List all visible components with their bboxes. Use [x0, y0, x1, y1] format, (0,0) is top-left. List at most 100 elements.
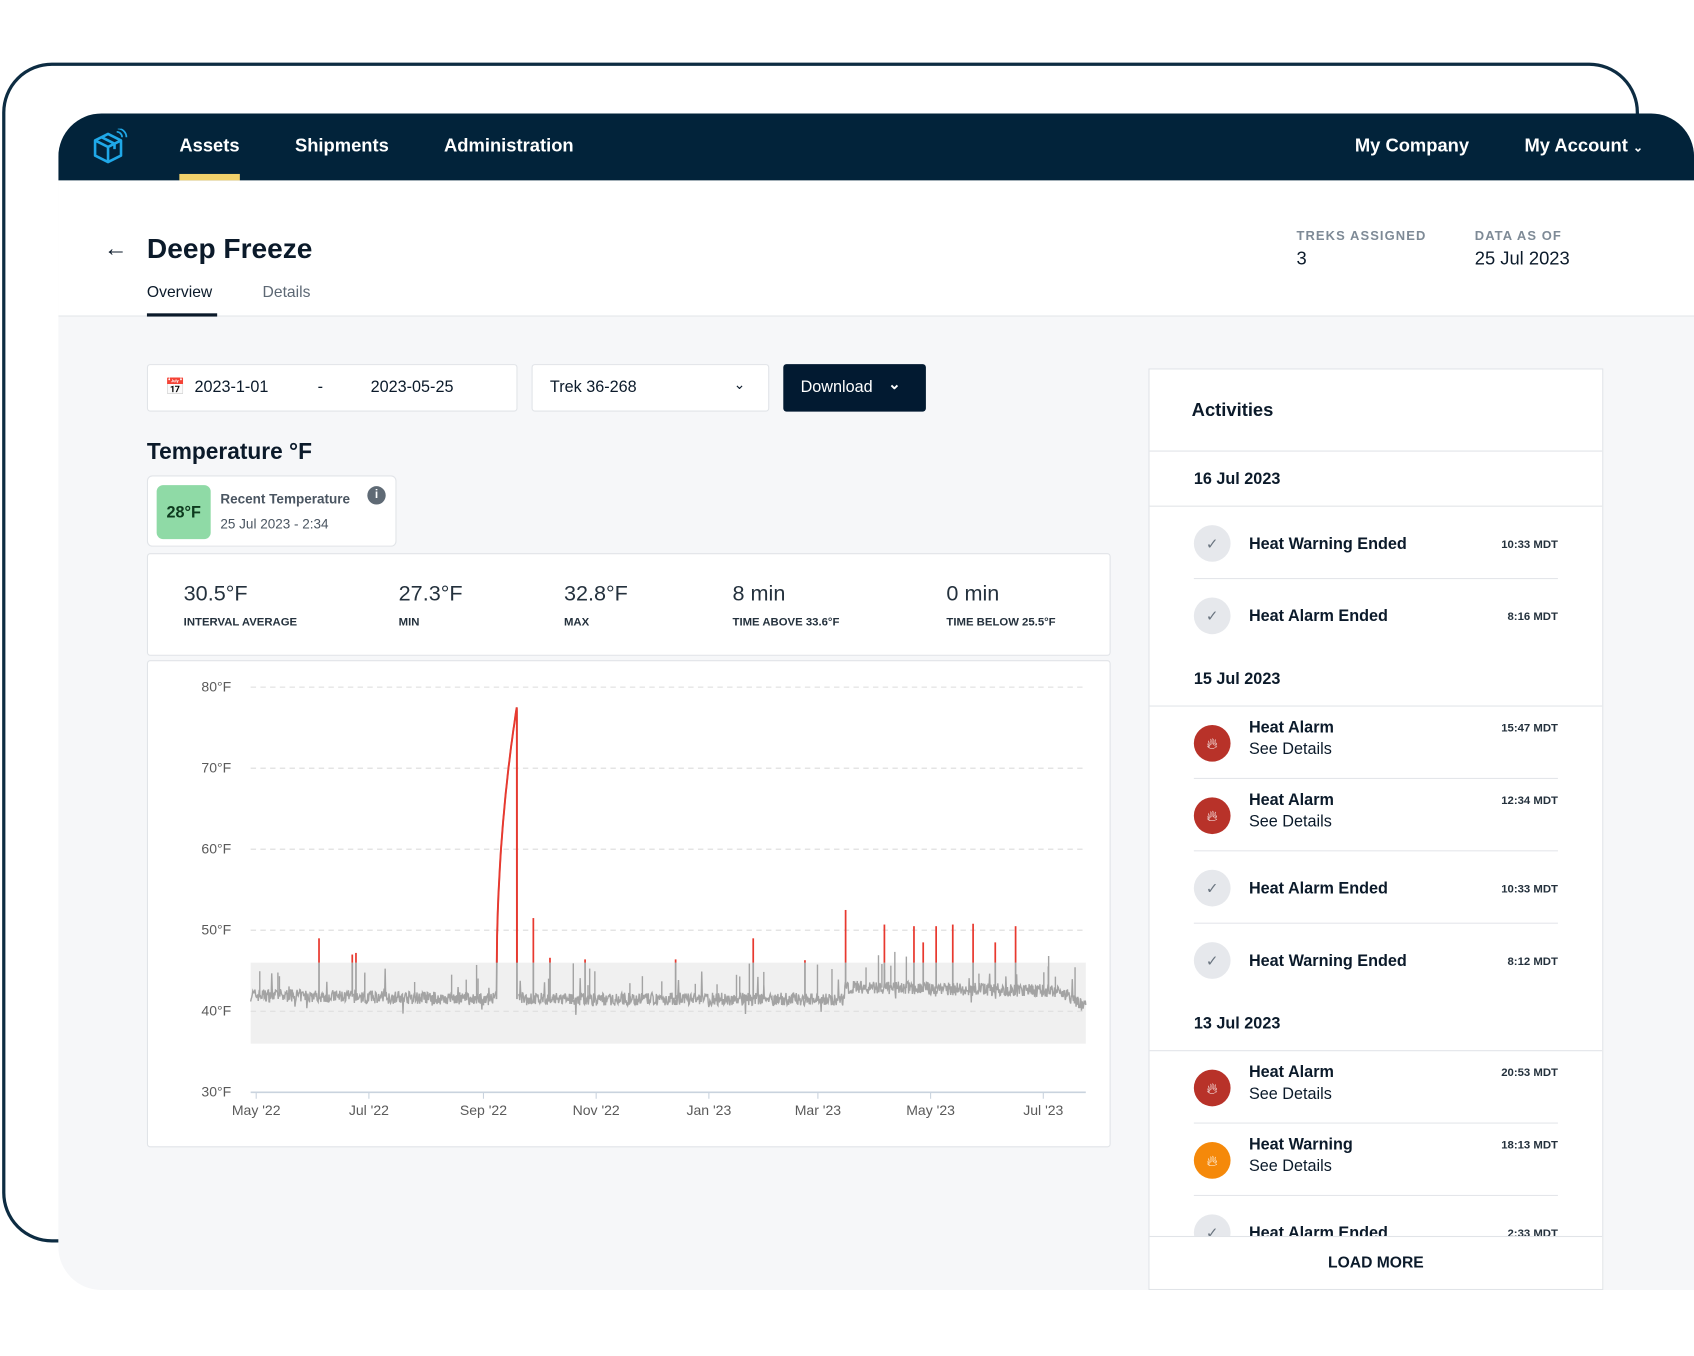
activity-date-header: 13 Jul 2023 [1149, 996, 1603, 1052]
stat-value: 32.8°F [563, 582, 628, 607]
activity-time: 10:33 MDT [1501, 538, 1558, 552]
page-header: ← Deep Freeze Overview Details TREKS ASS… [58, 180, 1694, 317]
date-separator: - [317, 378, 324, 397]
activities-title: Activities [1149, 369, 1603, 452]
activity-item[interactable]: 🔥︎ Heat Alarm See Details 20:53 MDT [1193, 1051, 1558, 1124]
stat-time-below: 0 min TIME BELOW 25.5°F [946, 582, 1055, 628]
stat-label: TIME ABOVE 33.6°F [732, 615, 840, 629]
download-label: Download [800, 378, 873, 397]
see-details-link[interactable]: See Details [1249, 1157, 1332, 1175]
stat-max: 32.8°F MAX [564, 582, 628, 628]
nav-my-account[interactable]: My Account ⌄ [1524, 135, 1642, 157]
app-window: Assets Shipments Administration My Compa… [58, 113, 1694, 1290]
load-more-button[interactable]: LOAD MORE [1149, 1235, 1603, 1289]
chevron-down-icon: ⌄ [733, 375, 746, 393]
chevron-down-icon: ⌄ [888, 374, 901, 393]
date-start[interactable]: 2023-1-01 [194, 378, 268, 396]
temperature-chart: 30°F 40°F 50°F 60°F 70°F 80°F May '22 Jul '22 Se… [201, 678, 1087, 1118]
check-icon: ✓ [1205, 951, 1219, 969]
activity-title: Heat Alarm Ended [1248, 879, 1388, 898]
stat-label: INTERVAL AVERAGE [183, 615, 298, 629]
flame-icon: 🔥︎ [1206, 1078, 1218, 1097]
activity-status-icon: ✓ [1193, 525, 1231, 562]
stat-min: 27.3°F MIN [399, 582, 463, 628]
activity-status-icon: ✓ [1193, 942, 1231, 979]
stats-card: 30.5°F INTERVAL AVERAGE 27.3°F MIN 32.8°F M… [146, 553, 1111, 656]
nav-my-company[interactable]: My Company [1355, 135, 1469, 157]
check-icon: ✓ [1205, 606, 1219, 624]
activity-item[interactable]: ✓ Heat Warning Ended 10:33 MDT [1193, 507, 1558, 580]
recent-temperature-badge: 28°F [156, 485, 211, 540]
activity-status-icon: 🔥︎ [1193, 1069, 1231, 1107]
activity-time: 8:16 MDT [1507, 610, 1558, 624]
my-account-label: My Account [1524, 135, 1628, 156]
y-tick-label: 70°F [201, 759, 231, 775]
y-tick-label: 60°F [201, 841, 231, 857]
flame-icon: 🔥︎ [1206, 734, 1218, 752]
tab-details[interactable]: Details [263, 284, 311, 301]
activity-status-icon: ✓ [1193, 597, 1231, 635]
stat-value: 27.3°F [398, 582, 463, 607]
activity-time: 12:34 MDT [1501, 794, 1558, 808]
activity-item[interactable]: ✓ Heat Warning Ended 8:12 MDT [1193, 924, 1558, 996]
nav-administration[interactable]: Administration [444, 135, 574, 157]
y-tick-label: 50°F [201, 922, 231, 938]
activity-status-icon: 🔥︎ [1193, 797, 1231, 835]
logo-box-icon[interactable] [91, 128, 128, 166]
treks-assigned-value: 3 [1296, 248, 1307, 270]
tab-overview[interactable]: Overview [147, 284, 212, 301]
activity-date-header: 15 Jul 2023 [1149, 651, 1603, 707]
activity-status-icon: ✓ [1193, 869, 1231, 907]
nav-assets[interactable]: Assets [179, 135, 239, 157]
activity-item[interactable]: 🔥︎ Heat Alarm See Details 15:47 MDT [1193, 707, 1558, 779]
flame-icon: 🔥︎ [1206, 1151, 1218, 1169]
excursion-base [495, 707, 518, 1000]
date-range-picker[interactable]: 📅 2023-1-01 - 2023-05-25 [146, 364, 518, 412]
active-tab-indicator [146, 313, 218, 317]
date-end[interactable]: 2023-05-25 [371, 378, 454, 396]
activity-status-icon: 🔥︎ [1193, 724, 1231, 762]
stat-label: TIME BELOW 25.5°F [946, 615, 1056, 629]
activity-time: 18:13 MDT [1501, 1138, 1558, 1152]
activity-title: Heat Alarm Ended [1248, 607, 1388, 626]
back-arrow-icon[interactable]: ← [104, 234, 128, 262]
page-title: Deep Freeze [146, 232, 313, 265]
treks-assigned-label: TREKS ASSIGNED [1296, 227, 1427, 244]
stat-interval-average: 30.5°F INTERVAL AVERAGE [184, 582, 297, 628]
activity-title: Heat Alarm [1248, 1063, 1334, 1082]
info-icon[interactable]: i [367, 486, 386, 505]
activity-item[interactable]: ✓ Heat Alarm Ended 10:33 MDT [1193, 851, 1558, 924]
see-details-link[interactable]: See Details [1249, 812, 1332, 830]
trek-select[interactable]: Trek 36-268 ⌄ [531, 364, 770, 412]
y-tick-label: 30°F [201, 1084, 231, 1100]
stat-value: 0 min [946, 582, 1000, 607]
activities-panel: Activities 16 Jul 2023 ✓ Heat Warning End… [1148, 368, 1604, 1290]
recent-temperature-time: 25 Jul 2023 - 2:34 [220, 516, 329, 532]
x-tick-label: Sep '22 [460, 1102, 507, 1118]
x-tick-label: May '22 [232, 1102, 281, 1118]
activity-title: Heat Warning Ended [1248, 534, 1407, 554]
see-details-link[interactable]: See Details [1249, 740, 1332, 758]
download-button[interactable]: Download ⌄ [783, 364, 926, 412]
see-details-link[interactable]: See Details [1249, 1085, 1332, 1103]
activity-time: 20:53 MDT [1501, 1066, 1558, 1080]
stat-time-above: 8 min TIME ABOVE 33.6°F [733, 582, 840, 628]
stat-value: 8 min [732, 582, 786, 607]
temperature-heading: Temperature °F [146, 439, 312, 465]
data-as-of-value: 25 Jul 2023 [1474, 248, 1570, 270]
activity-time: 15:47 MDT [1501, 721, 1558, 735]
activity-time: 10:33 MDT [1501, 882, 1558, 896]
x-tick-label: Jan '23 [686, 1102, 731, 1118]
nav-shipments[interactable]: Shipments [295, 135, 389, 157]
activity-item[interactable]: ✓ Heat Alarm Ended 8:16 MDT [1193, 579, 1558, 651]
chevron-down-icon: ⌄ [1632, 141, 1643, 155]
check-icon: ✓ [1205, 534, 1219, 552]
y-tick-label: 80°F [201, 678, 231, 694]
activity-item[interactable]: 🔥︎ Heat Warning See Details 18:13 MDT [1193, 1124, 1558, 1197]
activity-title: Heat Alarm [1248, 790, 1334, 810]
stat-label: MAX [563, 615, 590, 629]
temperature-chart-card: 30°F 40°F 50°F 60°F 70°F 80°F May '22 Jul '22 Se… [146, 660, 1111, 1148]
excursion-spike [495, 707, 518, 963]
data-as-of-label: DATA AS OF [1474, 227, 1562, 244]
activity-item[interactable]: 🔥︎ Heat Alarm See Details 12:34 MDT [1193, 779, 1558, 852]
